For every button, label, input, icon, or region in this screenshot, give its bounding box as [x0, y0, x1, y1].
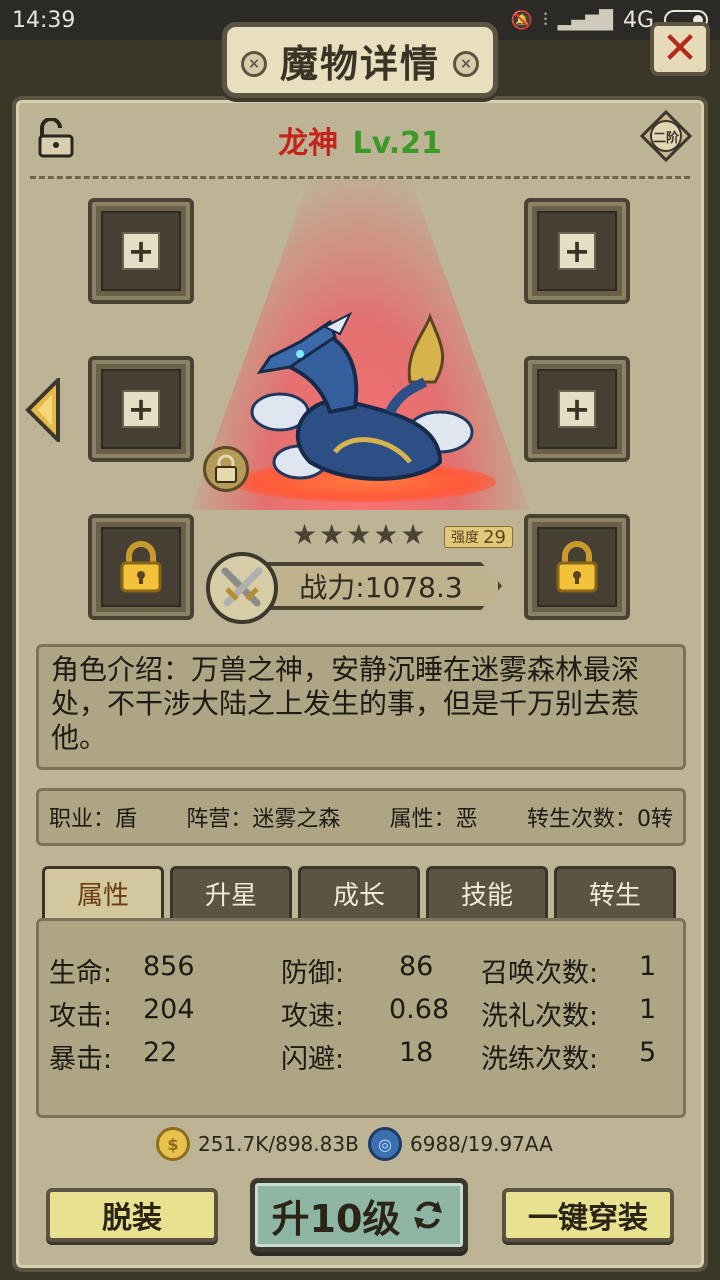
strength-label: 强度: [451, 530, 479, 546]
stat-label: 防御:: [281, 958, 345, 989]
stat-value: 856: [143, 951, 195, 982]
star-rating: ★ ★ ★ ★ ★: [292, 521, 426, 549]
tab-growth[interactable]: 成长: [298, 866, 420, 918]
monster-description: 角色介绍：万兽之神，安静沉睡在迷雾森林最深处，不干涉大陆之上发生的事，但是千万别…: [36, 644, 686, 770]
tier-label: 二阶: [652, 130, 679, 146]
dragon-portrait: [250, 312, 474, 481]
equip-slot-6-locked[interactable]: [524, 514, 630, 620]
blue-gem-icon: ◎: [368, 1127, 402, 1161]
gold-currency: $ 251.7K/898.83B: [156, 1126, 359, 1162]
signal-icon: ▂▄▆█: [557, 9, 613, 31]
tab-rebirth[interactable]: 转生: [554, 866, 676, 918]
plus-icon: +: [122, 232, 160, 270]
level-up-label: 升10级: [271, 1196, 401, 1241]
stat-value: 1: [639, 951, 657, 982]
tab-star-up[interactable]: 升星: [170, 866, 292, 918]
stat-value: 86: [399, 951, 434, 982]
padlock-icon: [556, 541, 598, 593]
crossed-swords-icon: [206, 552, 278, 624]
monster-name-line: 龙神 Lv.21: [0, 118, 720, 162]
mute-icon: 🔕: [510, 9, 534, 31]
gem-amount: 6988/19.97AA: [410, 1132, 553, 1156]
stat-value: 204: [143, 994, 195, 1025]
divider: [30, 176, 690, 179]
level-up-10-button[interactable]: 升10级: [250, 1178, 468, 1252]
stat-value: 5: [639, 1037, 657, 1068]
info-attribute: 属性：恶: [389, 807, 478, 832]
stat-row: 生命: 856 防御: 86 召唤次数: 1: [39, 951, 689, 989]
info-job: 职业：盾: [49, 807, 138, 832]
monster-lock-button[interactable]: [203, 446, 249, 492]
gem-currency: ◎ 6988/19.97AA: [368, 1126, 553, 1162]
monster-info-row: 职业：盾 阵营：迷雾之森 属性：恶 转生次数：0转: [36, 788, 686, 846]
plus-icon: +: [558, 390, 596, 428]
plus-icon: +: [122, 390, 160, 428]
star-icon: ★: [400, 518, 426, 551]
star-icon: ★: [346, 518, 372, 551]
close-button[interactable]: ✕: [650, 22, 710, 76]
info-rebirth: 转生次数：0转: [526, 807, 673, 832]
stats-panel: 生命: 856 防御: 86 召唤次数: 1 攻击: 204 攻速: 0.68 …: [36, 918, 686, 1118]
equip-slot-5[interactable]: +: [524, 356, 630, 462]
stat-label: 闪避:: [281, 1044, 345, 1075]
equip-all-button[interactable]: 一键穿装: [502, 1188, 674, 1242]
monster-name: 龙神: [278, 126, 339, 161]
stat-row: 暴击: 22 闪避: 18 洗练次数: 5: [39, 1037, 689, 1075]
gold-amount: 251.7K/898.83B: [198, 1132, 359, 1156]
plus-icon: +: [558, 232, 596, 270]
star-icon: ★: [292, 518, 318, 551]
stat-value: 18: [399, 1037, 434, 1068]
stat-label: 生命:: [49, 958, 113, 989]
bolt-icon-right: ×: [453, 51, 479, 77]
equip-slot-4[interactable]: +: [524, 198, 630, 304]
stat-value: 22: [143, 1037, 178, 1068]
stat-value: 0.68: [389, 994, 450, 1025]
padlock-icon: [120, 541, 162, 593]
stat-label: 召唤次数:: [481, 958, 599, 989]
unequip-label: 脱装: [102, 1201, 162, 1236]
tab-attributes[interactable]: 属性: [42, 866, 164, 918]
info-camp: 阵营：迷雾之森: [186, 807, 341, 832]
strength-badge: 强度 29: [444, 526, 513, 548]
stat-label: 洗礼次数:: [481, 1001, 599, 1032]
vibrate-icon: ⫶: [543, 9, 548, 31]
strength-value: 29: [483, 526, 506, 548]
bolt-icon-left: ×: [241, 51, 267, 77]
tier-badge: 二阶: [639, 109, 693, 163]
star-icon: ★: [373, 518, 399, 551]
equip-slot-1[interactable]: +: [88, 198, 194, 304]
stat-value: 1: [639, 994, 657, 1025]
page-title: 魔物详情: [279, 41, 440, 86]
padlock-icon: [215, 454, 237, 483]
equip-slot-2[interactable]: +: [88, 356, 194, 462]
star-icon: ★: [319, 518, 345, 551]
stat-row: 攻击: 204 攻速: 0.68 洗礼次数: 1: [39, 994, 689, 1032]
prev-monster-arrow-icon[interactable]: [24, 378, 62, 442]
stat-label: 攻击:: [49, 1001, 113, 1032]
stat-label: 攻速:: [281, 1001, 345, 1032]
stat-label: 洗练次数:: [481, 1044, 599, 1075]
stat-label: 暴击:: [49, 1044, 113, 1075]
combat-power-bar: 战力:1078.3: [240, 562, 502, 610]
detail-tabs: 属性 升星 成长 技能 转生: [42, 866, 676, 918]
equip-all-label: 一键穿装: [528, 1201, 648, 1236]
monster-level: Lv.21: [352, 126, 442, 161]
refresh-icon: [414, 1201, 443, 1229]
combat-power: 战力:1078.3: [299, 571, 463, 604]
equip-slot-3-locked[interactable]: [88, 514, 194, 620]
tab-skills[interactable]: 技能: [426, 866, 548, 918]
unequip-button[interactable]: 脱装: [46, 1188, 218, 1242]
gold-coin-icon: $: [156, 1127, 190, 1161]
title-plate: × 魔物详情 ×: [222, 22, 498, 98]
